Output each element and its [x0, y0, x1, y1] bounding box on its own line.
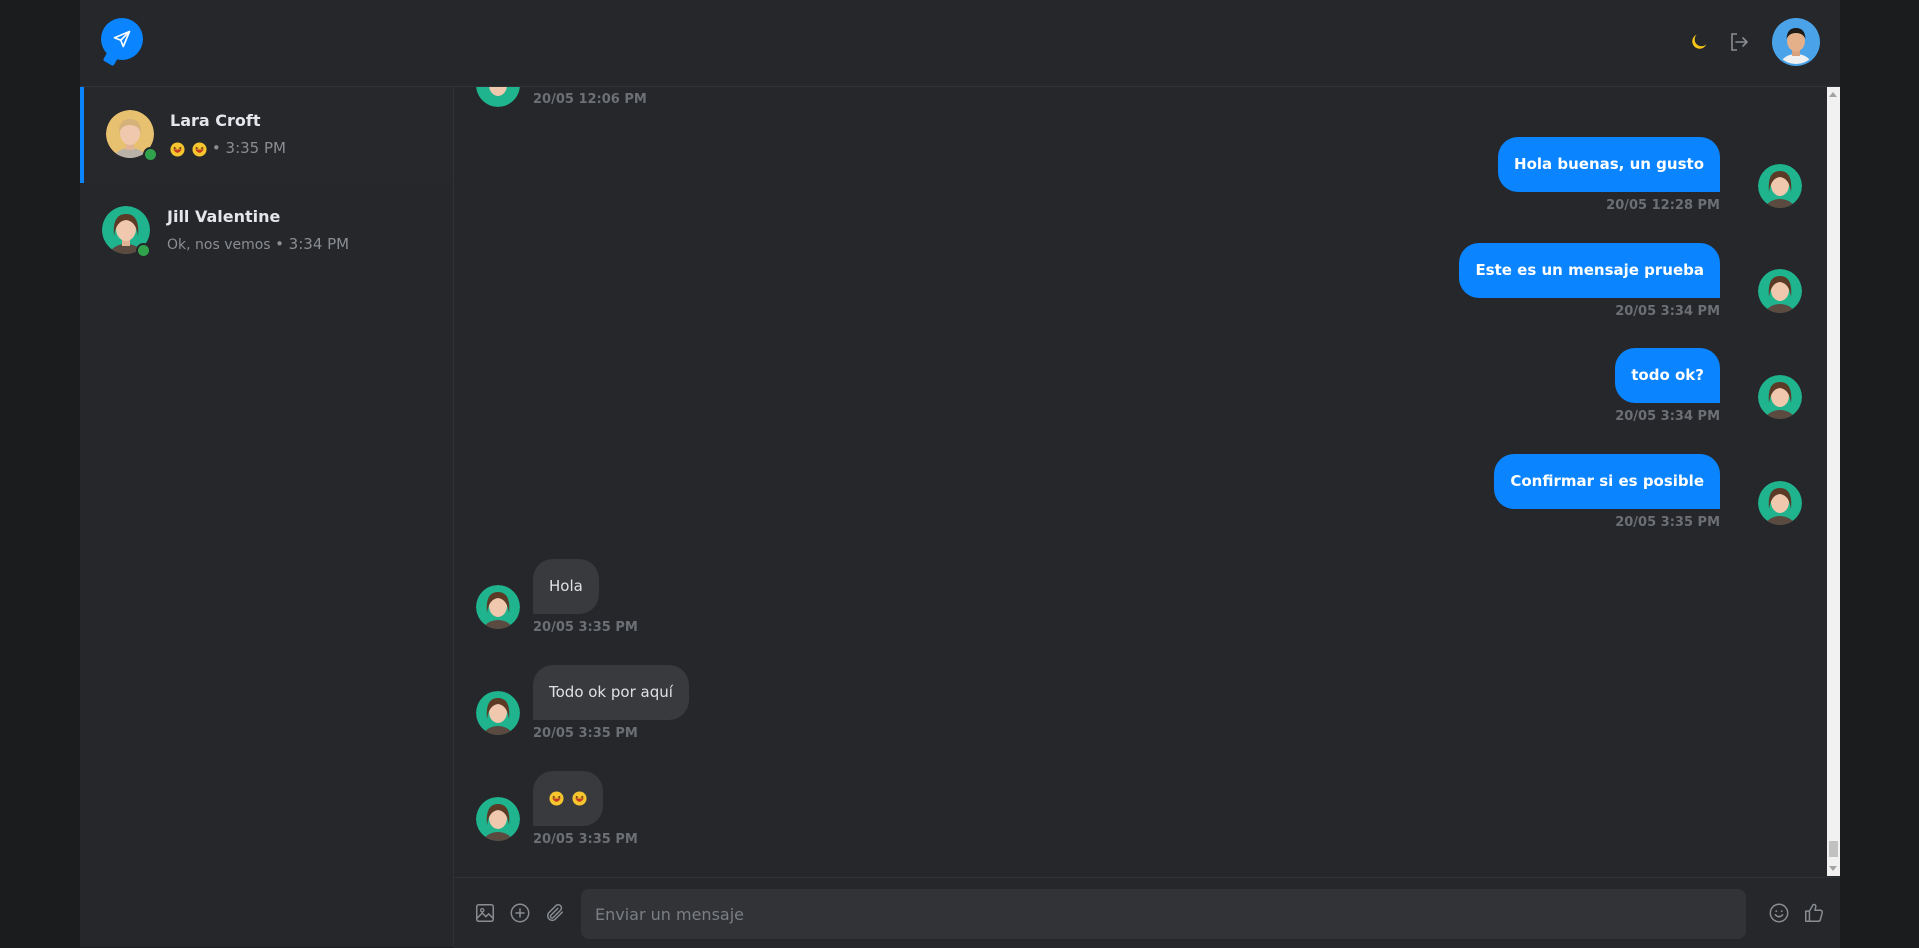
message-composer	[454, 877, 1840, 948]
moon-icon	[1692, 34, 1707, 49]
message-time: 20/05 3:35 PM	[533, 726, 638, 741]
contact-avatar	[476, 797, 520, 841]
message-time: 20/05 3:34 PM	[1615, 304, 1720, 319]
theme-toggle-button[interactable]	[1686, 29, 1712, 55]
message-time: 20/05 3:34 PM	[1615, 409, 1720, 424]
message-time: 20/05 12:28 PM	[1606, 198, 1720, 213]
laughing-emoji-icon	[572, 791, 587, 806]
contact-avatar	[476, 87, 520, 107]
laughing-emoji-icon	[170, 141, 185, 157]
chat-name: Lara Croft	[170, 111, 261, 130]
scroll-down-icon[interactable]	[1829, 866, 1837, 871]
online-indicator	[143, 147, 158, 162]
contact-avatar	[476, 585, 520, 629]
incoming-message[interactable]: Hola	[533, 559, 599, 614]
outgoing-message[interactable]: Confirmar si es posible	[1494, 454, 1720, 509]
outgoing-message[interactable]: Este es un mensaje prueba	[1459, 243, 1720, 298]
scroll-thumb[interactable]	[1829, 841, 1838, 857]
message-time: 20/05 3:35 PM	[533, 832, 638, 847]
top-bar	[80, 0, 1840, 87]
logout-button[interactable]	[1726, 29, 1752, 55]
message-time: 20/05 12:06 PM	[533, 92, 647, 107]
top-actions	[1686, 20, 1818, 64]
laughing-emoji-icon	[549, 791, 564, 806]
outgoing-message[interactable]: Hola buenas, un gusto	[1498, 137, 1720, 192]
incoming-message[interactable]: Todo ok por aquí	[533, 665, 689, 720]
message-list[interactable]: 20/05 12:06 PM Hola buenas, un gusto 20/…	[454, 87, 1820, 876]
chat-name: Jill Valentine	[167, 207, 281, 226]
chat-preview: • 3:35 PM	[170, 139, 286, 157]
chat-time: • 3:35 PM	[211, 139, 286, 157]
thumbs-up-icon[interactable]	[1803, 902, 1825, 924]
sender-avatar	[1758, 269, 1802, 313]
message-input[interactable]	[581, 889, 1746, 939]
image-icon[interactable]	[474, 902, 496, 924]
sender-avatar	[1758, 164, 1802, 208]
smile-icon[interactable]	[1768, 902, 1790, 924]
sender-avatar	[1758, 375, 1802, 419]
chat-preview: Ok, nos vemos • 3:34 PM	[167, 235, 349, 253]
laughing-emoji-icon	[192, 141, 207, 157]
conversation-panel: 20/05 12:06 PM Hola buenas, un gusto 20/…	[454, 87, 1840, 948]
outgoing-message[interactable]: todo ok?	[1615, 348, 1720, 403]
message-time: 20/05 3:35 PM	[1615, 515, 1720, 530]
contact-avatar	[476, 691, 520, 735]
chat-app: Lara Croft • 3:35 PM Jill Valentine Ok, …	[80, 0, 1840, 948]
chat-item-lara-croft[interactable]: Lara Croft • 3:35 PM	[80, 87, 453, 183]
chat-time: • 3:34 PM	[275, 235, 350, 253]
chat-preview-text: Ok, nos vemos	[167, 237, 271, 253]
app-logo[interactable]	[101, 18, 143, 67]
message-scrollbar[interactable]	[1827, 87, 1840, 876]
message-time: 20/05 3:35 PM	[533, 620, 638, 635]
logout-icon	[1731, 33, 1748, 51]
sender-avatar	[1758, 481, 1802, 525]
chat-list: Lara Croft • 3:35 PM Jill Valentine Ok, …	[80, 87, 454, 947]
incoming-message[interactable]	[533, 771, 603, 826]
scroll-up-icon[interactable]	[1829, 92, 1837, 97]
logo-tail	[102, 49, 120, 67]
paperclip-icon[interactable]	[544, 902, 566, 924]
online-indicator	[136, 243, 151, 258]
current-user-avatar[interactable]	[1774, 20, 1818, 64]
paper-plane-icon	[113, 30, 131, 48]
plus-circle-icon[interactable]	[509, 902, 531, 924]
chat-item-jill-valentine[interactable]: Jill Valentine Ok, nos vemos • 3:34 PM	[80, 183, 453, 279]
